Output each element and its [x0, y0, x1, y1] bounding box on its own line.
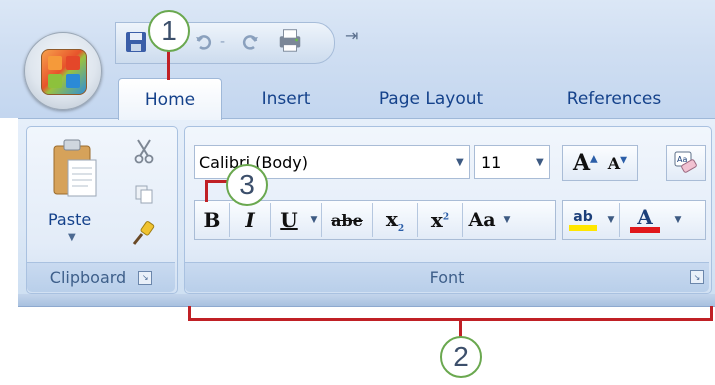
paste-dropdown-icon[interactable]: ▼ — [68, 232, 76, 243]
callout-1: 1 — [148, 10, 190, 52]
format-painter-icon[interactable] — [130, 220, 156, 251]
callout-3: 3 — [226, 164, 268, 206]
clear-formatting-icon: Aa — [674, 151, 697, 173]
font-dialog-launcher-icon[interactable]: ↘ — [690, 270, 704, 284]
redo-icon[interactable] — [236, 28, 264, 56]
highlight-color-swatch — [569, 225, 597, 231]
clear-formatting-button[interactable]: Aa — [666, 145, 706, 181]
paste-button[interactable]: Paste — [48, 210, 91, 229]
clipboard-label-text: Clipboard — [49, 268, 127, 287]
tab-insert[interactable]: Insert — [246, 80, 326, 118]
tab-references[interactable]: References — [540, 80, 688, 118]
office-logo-icon — [41, 49, 87, 95]
superscript-button[interactable]: x2 — [418, 208, 462, 232]
customize-qat-icon[interactable]: ⇥ — [345, 26, 358, 45]
grow-shrink-font-buttons: A▲ A▼ — [562, 145, 638, 181]
change-case-button[interactable]: Aa — [463, 209, 501, 231]
shrink-font-button[interactable]: A▼ — [608, 154, 627, 173]
callout-2-bracket — [188, 318, 713, 321]
ribbon-bottom-edge — [18, 294, 715, 307]
strikethrough-button[interactable]: abe — [322, 211, 372, 230]
subscript-button[interactable]: x2 — [373, 207, 417, 234]
font-size-dropdown-icon[interactable]: ▼ — [536, 157, 544, 168]
color-toolbar: ab ▼ A ▼ — [562, 200, 706, 240]
callout-2: 2 — [440, 336, 482, 378]
font-size-value: 11 — [481, 152, 502, 172]
font-group-label: Font — [185, 262, 709, 292]
clipboard-dialog-launcher-icon[interactable]: ↘ — [138, 270, 153, 285]
font-format-toolbar: B I U ▼ abe x2 x2 Aa ▼ — [194, 200, 556, 240]
font-color-button[interactable]: A — [620, 207, 670, 233]
grow-font-button[interactable]: A▲ — [573, 150, 598, 176]
copy-icon[interactable] — [134, 184, 154, 209]
cut-icon[interactable] — [134, 138, 154, 169]
font-color-dropdown-icon[interactable]: ▼ — [670, 215, 686, 225]
clipboard-group-label: Clipboard ↘ — [27, 262, 175, 292]
undo-icon[interactable] — [190, 28, 218, 56]
callout-3-leader — [205, 180, 208, 202]
tab-home[interactable]: Home — [118, 78, 222, 120]
font-label-text: Font — [429, 268, 465, 287]
font-color-swatch — [630, 227, 660, 233]
tab-page-layout[interactable]: Page Layout — [360, 80, 502, 118]
font-name-dropdown-icon[interactable]: ▼ — [456, 157, 464, 168]
paste-icon[interactable] — [52, 138, 98, 200]
underline-button[interactable]: U — [271, 208, 307, 232]
italic-button[interactable]: I — [230, 208, 270, 232]
office-button[interactable] — [24, 32, 102, 110]
bold-button[interactable]: B — [195, 208, 229, 232]
change-case-dropdown-icon[interactable]: ▼ — [501, 215, 513, 225]
save-icon[interactable] — [122, 28, 150, 56]
quick-print-icon[interactable] — [276, 26, 304, 54]
undo-dropdown-icon[interactable]: - — [220, 34, 225, 50]
text-highlight-dropdown-icon[interactable]: ▼ — [603, 215, 619, 225]
underline-dropdown-icon[interactable]: ▼ — [307, 215, 321, 225]
text-highlight-button[interactable]: ab — [563, 209, 603, 231]
